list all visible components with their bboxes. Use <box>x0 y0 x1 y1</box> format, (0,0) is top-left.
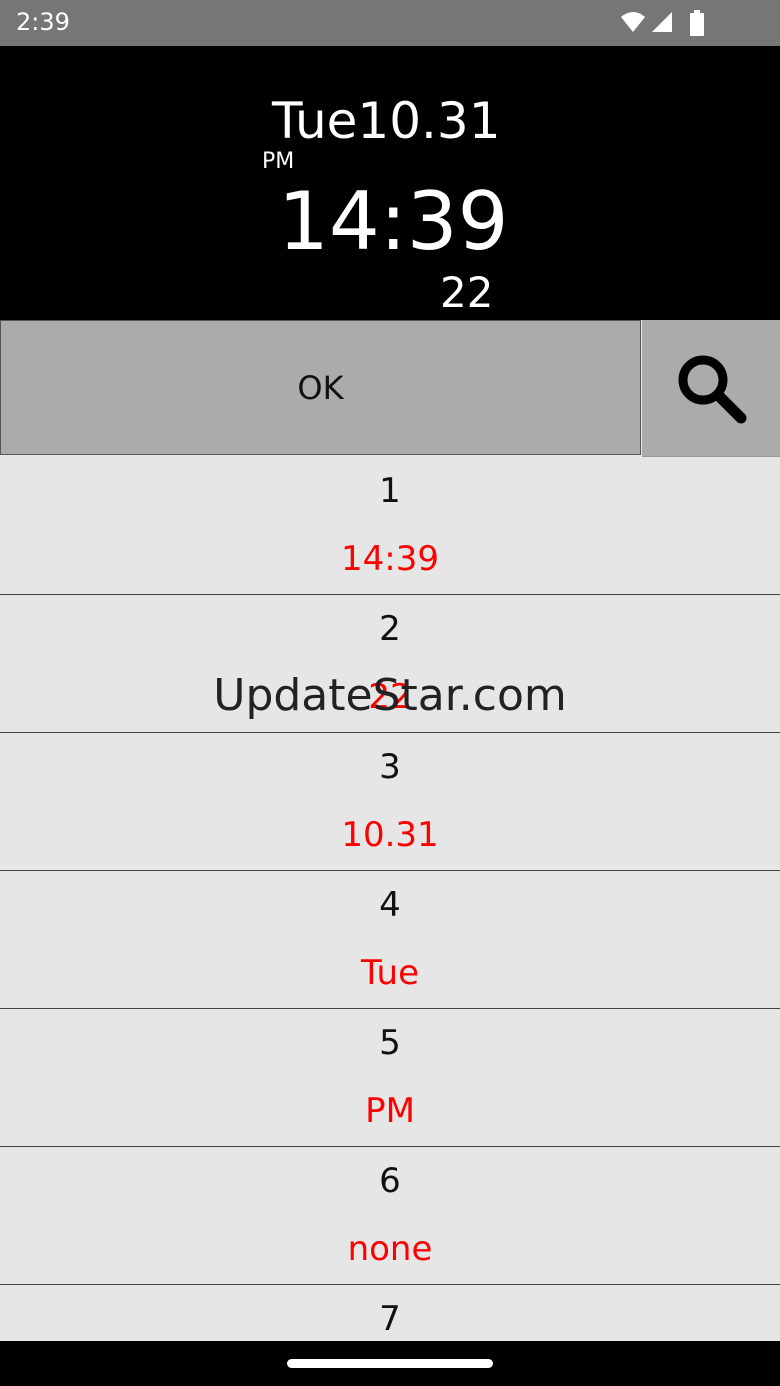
item-index: 2 <box>379 609 401 649</box>
clock-date-line: Tue10.31 <box>272 96 501 146</box>
item-index: 1 <box>379 471 401 511</box>
item-index: 4 <box>379 885 401 925</box>
slot-list: 1 14:39 2 22 3 10.31 4 Tue 5 PM 6 none 7 <box>0 457 780 1341</box>
clock-time: 14:39 <box>278 175 509 268</box>
list-item[interactable]: 4 Tue <box>0 871 780 1009</box>
item-value: none <box>347 1229 433 1269</box>
search-button[interactable] <box>642 320 780 457</box>
wifi-icon <box>621 12 645 32</box>
item-index: 6 <box>379 1161 401 1201</box>
item-value: 22 <box>368 677 412 717</box>
item-value: Tue <box>360 953 420 993</box>
clock-date: 10.31 <box>357 92 501 150</box>
item-index: 7 <box>379 1299 401 1339</box>
item-value: 14:39 <box>341 539 439 579</box>
item-index: 3 <box>379 747 401 787</box>
ok-button[interactable]: OK <box>0 320 641 455</box>
clock-day: Tue <box>272 92 358 150</box>
navigation-bar <box>0 1341 780 1386</box>
home-handle[interactable] <box>287 1359 493 1368</box>
clock-ampm: PM <box>262 149 295 174</box>
list-item[interactable]: 6 none <box>0 1147 780 1285</box>
clock-seconds: 22 <box>440 268 494 317</box>
list-item[interactable]: 1 14:39 <box>0 457 780 595</box>
clock-panel: Tue10.31 PM 14:39 22 <box>0 46 780 320</box>
status-bar: 2:39 <box>0 0 780 46</box>
item-index: 5 <box>379 1023 401 1063</box>
battery-icon <box>690 10 704 36</box>
signal-icon <box>652 12 672 32</box>
item-value: PM <box>365 1091 415 1131</box>
search-icon <box>678 355 747 424</box>
list-item[interactable]: 7 <box>0 1285 780 1341</box>
item-value: 10.31 <box>341 815 439 855</box>
list-item[interactable]: 3 10.31 <box>0 733 780 871</box>
list-item[interactable]: 2 22 <box>0 595 780 733</box>
status-time: 2:39 <box>16 8 70 36</box>
list-item[interactable]: 5 PM <box>0 1009 780 1147</box>
